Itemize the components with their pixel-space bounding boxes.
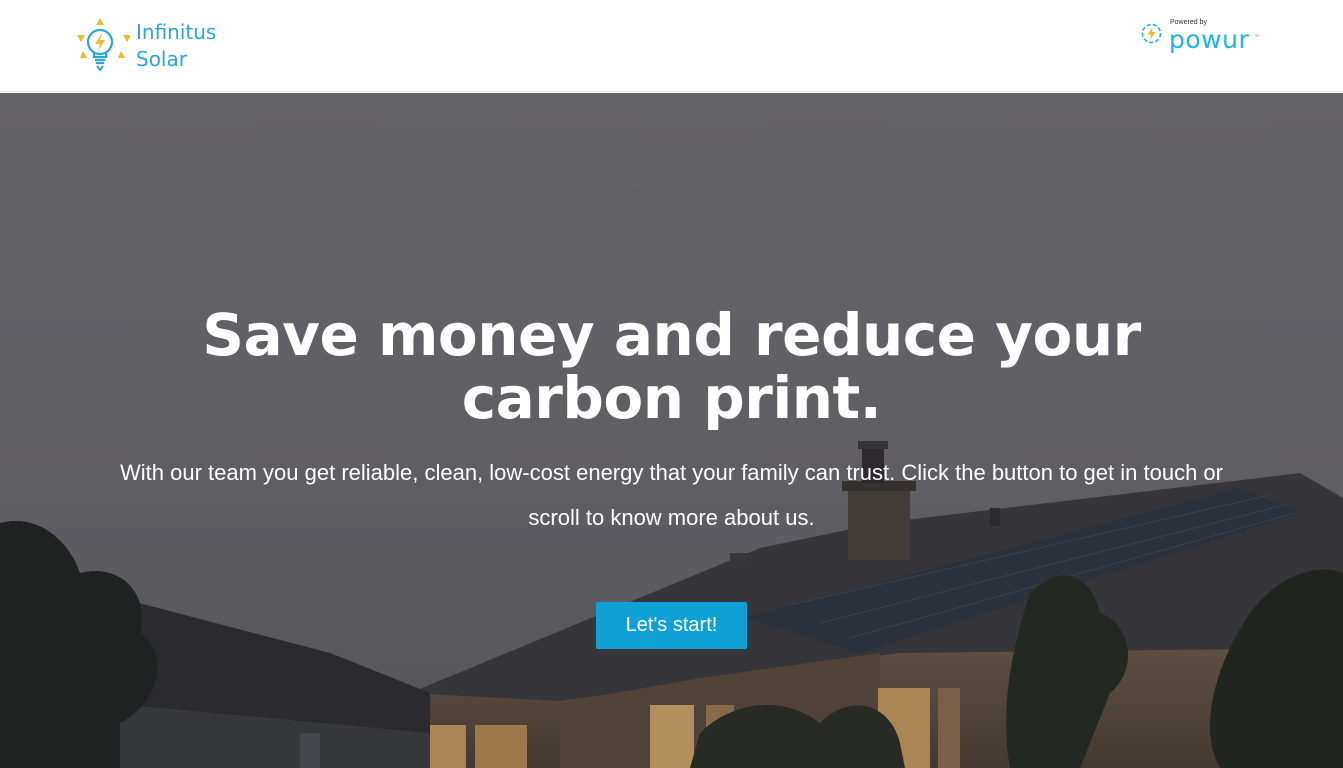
brand-logo-link[interactable]: Infinitus Solar — [74, 16, 216, 76]
lets-start-button[interactable]: Let's start! — [596, 602, 747, 649]
lightbulb-sun-icon — [77, 18, 130, 72]
brand-name: Infinitus Solar — [136, 19, 216, 73]
trademark-symbol: ™ — [1254, 34, 1259, 40]
hero-subtitle: With our team you get reliable, clean, l… — [120, 460, 1223, 530]
hero-section: Save money and reduce your carbon print.… — [0, 93, 1343, 768]
brand-name-line1: Infinitus — [136, 20, 217, 44]
brand-name-line2: Solar — [136, 47, 187, 71]
sun-bolt-icon — [1141, 23, 1162, 44]
hero-title: Save money and reduce your carbon print. — [202, 301, 1141, 432]
powur-wordmark: powur — [1169, 25, 1250, 54]
site-header: Infinitus Solar Powered by powur ™ — [0, 0, 1343, 92]
powered-by-powur-link[interactable]: Powered by powur ™ — [1138, 18, 1264, 58]
